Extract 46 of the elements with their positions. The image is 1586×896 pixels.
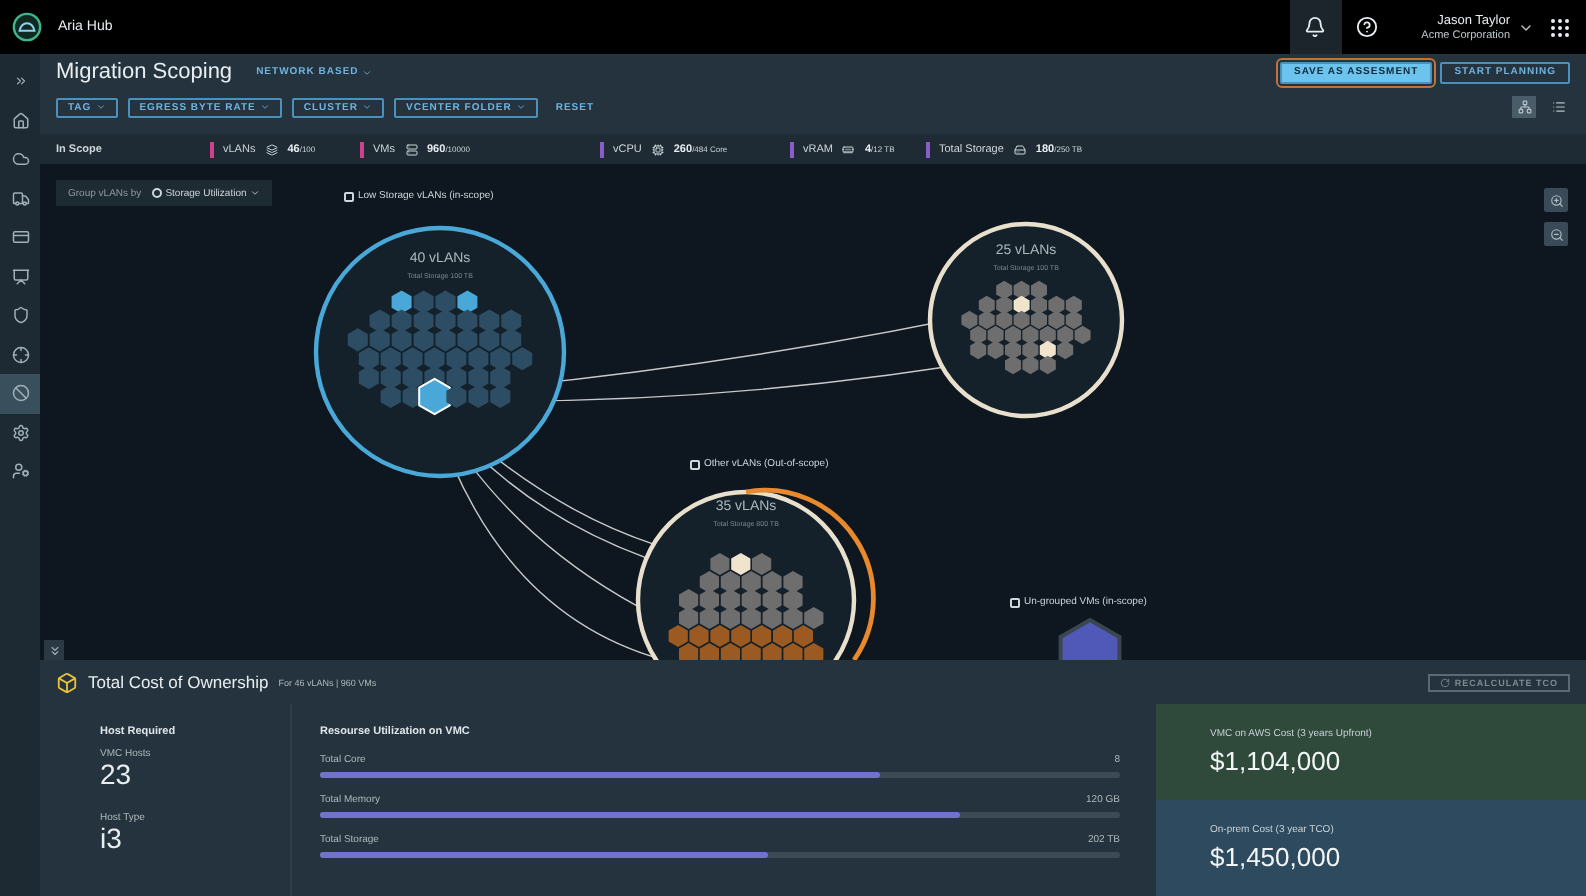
host-value: i3 — [100, 824, 124, 854]
stat-icon — [651, 143, 664, 155]
help-icon — [1356, 16, 1379, 38]
nav-icon — [11, 423, 29, 442]
bell-icon — [1304, 16, 1327, 38]
caret-icon — [250, 188, 261, 198]
zoom-in-icon — [1549, 193, 1563, 207]
collapse-button[interactable] — [44, 640, 64, 660]
nav-icon — [11, 111, 29, 130]
cube-icon — [56, 671, 78, 693]
refresh-icon — [1440, 677, 1451, 687]
nav-icon — [11, 306, 29, 325]
host-value: 23 — [100, 760, 134, 790]
list-icon — [1551, 100, 1565, 114]
zoom-out-icon — [1549, 227, 1563, 241]
nav-icon — [11, 267, 29, 286]
graph-view-button[interactable] — [1512, 96, 1536, 118]
cost-value: $1,104,000 — [1210, 746, 1343, 776]
caret-icon — [259, 102, 270, 112]
nav-icon — [11, 462, 29, 481]
stat-icon — [1013, 143, 1026, 155]
caret-icon — [362, 102, 373, 112]
nav-icon — [11, 150, 29, 169]
nav-icon — [11, 228, 29, 247]
nav-icon — [13, 74, 27, 89]
zoom-in-button[interactable] — [1544, 188, 1568, 212]
notifications-button[interactable] — [1289, 0, 1342, 54]
logo-icon — [12, 12, 42, 42]
page-title: Migration Scoping — [56, 60, 233, 84]
vlan-cluster-drawing[interactable] — [313, 225, 567, 479]
stat-icon — [842, 143, 855, 155]
zoom-out-button[interactable] — [1544, 222, 1568, 246]
nav-icon — [11, 384, 29, 403]
graph-icon — [1517, 100, 1531, 114]
nav-icon — [11, 345, 29, 364]
caret-icon — [362, 67, 373, 77]
stat-icon — [265, 143, 278, 155]
caret-icon — [95, 102, 106, 112]
cost-value: $1,450,000 — [1210, 842, 1343, 872]
tco-title: Total Cost of Ownership — [88, 672, 269, 692]
apps-grid-icon — [1548, 15, 1572, 39]
stat-icon — [405, 143, 417, 155]
nav-icon — [11, 189, 29, 208]
chevrons-down-icon — [47, 643, 61, 657]
caret-icon — [515, 102, 526, 112]
sidebar-item[interactable] — [0, 374, 40, 413]
